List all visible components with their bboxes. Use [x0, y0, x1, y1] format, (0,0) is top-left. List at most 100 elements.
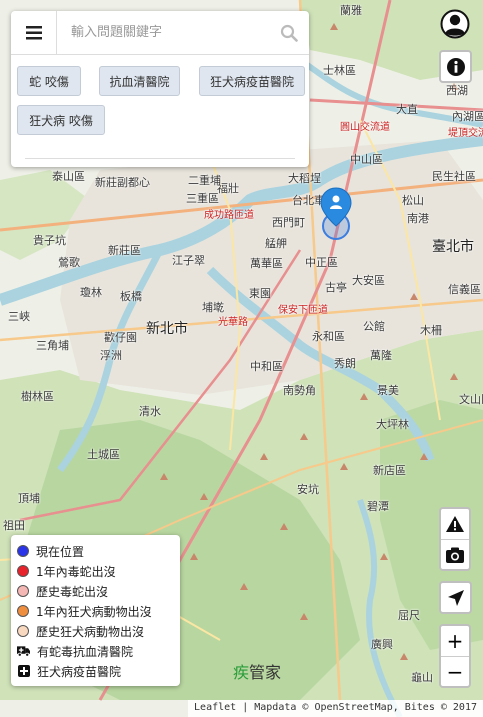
map-label: 古亭	[325, 281, 347, 294]
map-label: 新店區	[373, 464, 406, 477]
zoom-controls: + −	[439, 624, 471, 688]
map-label: 廣興	[371, 638, 393, 651]
legend-dot	[17, 565, 29, 577]
map-label: 南勢角	[283, 384, 316, 397]
search-input[interactable]	[57, 17, 269, 48]
map-label: 大稻埕	[288, 172, 321, 185]
map-label: 清水	[139, 405, 161, 418]
legend-dot	[17, 625, 29, 637]
info-icon	[446, 57, 465, 76]
map-label: 土城區	[87, 448, 120, 461]
search-panel: 蛇 咬傷 抗血清醫院 狂犬病疫苗醫院 狂犬病 咬傷	[11, 10, 309, 167]
map-label: 樹林區	[21, 390, 54, 403]
legend-item: 歷史毒蛇出沒	[17, 581, 174, 601]
chip-rabies-vaccine-hospital[interactable]: 狂犬病疫苗醫院	[199, 66, 305, 96]
current-location-marker[interactable]	[318, 186, 354, 242]
map-label: 大坪林	[376, 418, 409, 431]
map-label: 西湖	[446, 84, 468, 97]
search-bar	[11, 10, 309, 55]
info-button[interactable]	[439, 50, 472, 83]
map-label: 永和區	[312, 330, 345, 343]
app-logo: 疾管家	[233, 663, 282, 682]
navigation-arrow-icon	[447, 589, 464, 606]
zoom-in-button[interactable]: +	[441, 626, 469, 656]
chip-snake-bite[interactable]: 蛇 咬傷	[17, 66, 81, 96]
legend-label: 有蛇毒抗血清醫院	[37, 644, 134, 659]
report-warning-button[interactable]	[441, 509, 469, 539]
camera-icon	[446, 547, 464, 563]
map-label: 民生社區	[432, 170, 476, 183]
legend-label: 狂犬病疫苗醫院	[37, 664, 122, 679]
legend-panel: 現在位置 1年內毒蛇出沒 歷史毒蛇出沒 1年內狂犬病動物出沒 歷史狂犬病動物出沒	[11, 535, 180, 686]
account-button[interactable]	[439, 8, 471, 40]
map-label: 士林區	[323, 64, 356, 77]
map-label: 文山區	[459, 393, 483, 406]
road-label: 保安下匝道	[278, 305, 328, 316]
legend-label: 現在位置	[36, 544, 85, 559]
map-label: 三峽	[8, 310, 30, 323]
map-label: 江子翠	[172, 254, 205, 267]
search-icon	[280, 24, 298, 42]
map-label: 中山區	[350, 153, 383, 166]
legend-item: 1年內毒蛇出沒	[17, 561, 174, 581]
map-label: 艋舺	[265, 237, 287, 250]
road-label: 光華路	[218, 317, 248, 328]
map-label: 浮洲	[100, 349, 122, 362]
legend-label: 歷史毒蛇出沒	[36, 584, 109, 599]
camera-button[interactable]	[441, 539, 469, 569]
map-label: 碧潭	[367, 500, 389, 513]
map-label: 中正區	[305, 256, 338, 269]
legend-item: 狂犬病疫苗醫院	[17, 661, 174, 681]
divider	[25, 158, 295, 159]
map-label: 安坑	[297, 483, 319, 496]
road-label: 圓山交流道	[340, 122, 390, 133]
map-label: 貴子坑	[33, 234, 66, 247]
map-label: 二重埔	[188, 174, 221, 187]
map-label: 新北市	[146, 321, 188, 337]
map-label: 龜山	[411, 671, 433, 684]
map-label: 三角埔	[36, 339, 69, 352]
map-label: 萬華區	[250, 257, 283, 270]
road-label: 成功路匝道	[204, 210, 254, 221]
map-label: 信義區	[448, 283, 481, 296]
legend-dot	[17, 585, 29, 597]
search-button[interactable]	[269, 24, 309, 42]
map-attribution[interactable]: Leaflet | Mapdata © OpenStreetMap, Bites…	[188, 700, 483, 717]
menu-button[interactable]	[11, 10, 57, 55]
map-label: 泰山區	[52, 170, 85, 183]
map-label: 歡仔園	[104, 331, 137, 344]
map-label: 蘭雅	[340, 4, 362, 17]
map-label: 中和區	[250, 360, 283, 373]
map-label: 景美	[377, 384, 399, 397]
map-label: 松山	[402, 194, 424, 207]
map-label: 三重區	[186, 192, 219, 205]
legend-item: 現在位置	[17, 541, 174, 561]
legend-item: 1年內狂犬病動物出沒	[17, 601, 174, 621]
legend-item: 歷史狂犬病動物出沒	[17, 621, 174, 641]
map-label: 公館	[363, 320, 385, 333]
map-label: 大安區	[352, 274, 385, 287]
map-canvas[interactable]: 蘭雅 士林區 大直 內湖區 臺北市 新北市 板橋 中和區 永和區 中正區 萬華區…	[0, 0, 483, 717]
map-label: 祖田	[3, 519, 25, 532]
map-label: 南港	[407, 212, 429, 225]
map-label: 板橋	[120, 290, 142, 303]
legend-item: 有蛇毒抗血清醫院	[17, 641, 174, 661]
map-label: 內湖區	[452, 110, 483, 123]
map-label: 東園	[249, 287, 271, 300]
legend-dot	[17, 545, 29, 557]
zoom-out-button[interactable]: −	[441, 656, 469, 686]
user-account-icon	[440, 9, 470, 39]
map-label: 鶯歌	[58, 256, 80, 269]
map-label: 萬隆	[370, 349, 392, 362]
hospital-plus-icon	[17, 665, 30, 677]
legend-dot	[17, 605, 29, 617]
hamburger-icon	[25, 25, 42, 39]
map-label: 頂埔	[18, 492, 40, 505]
legend-label: 歷史狂犬病動物出沒	[36, 624, 145, 639]
map-label: 西門町	[272, 216, 305, 229]
map-label: 木柵	[420, 324, 442, 337]
chip-antivenom-hospital[interactable]: 抗血清醫院	[99, 66, 180, 96]
locate-button[interactable]	[439, 581, 472, 614]
chip-rabies-bite[interactable]: 狂犬病 咬傷	[17, 105, 105, 135]
map-label: 新莊副都心	[95, 176, 150, 189]
